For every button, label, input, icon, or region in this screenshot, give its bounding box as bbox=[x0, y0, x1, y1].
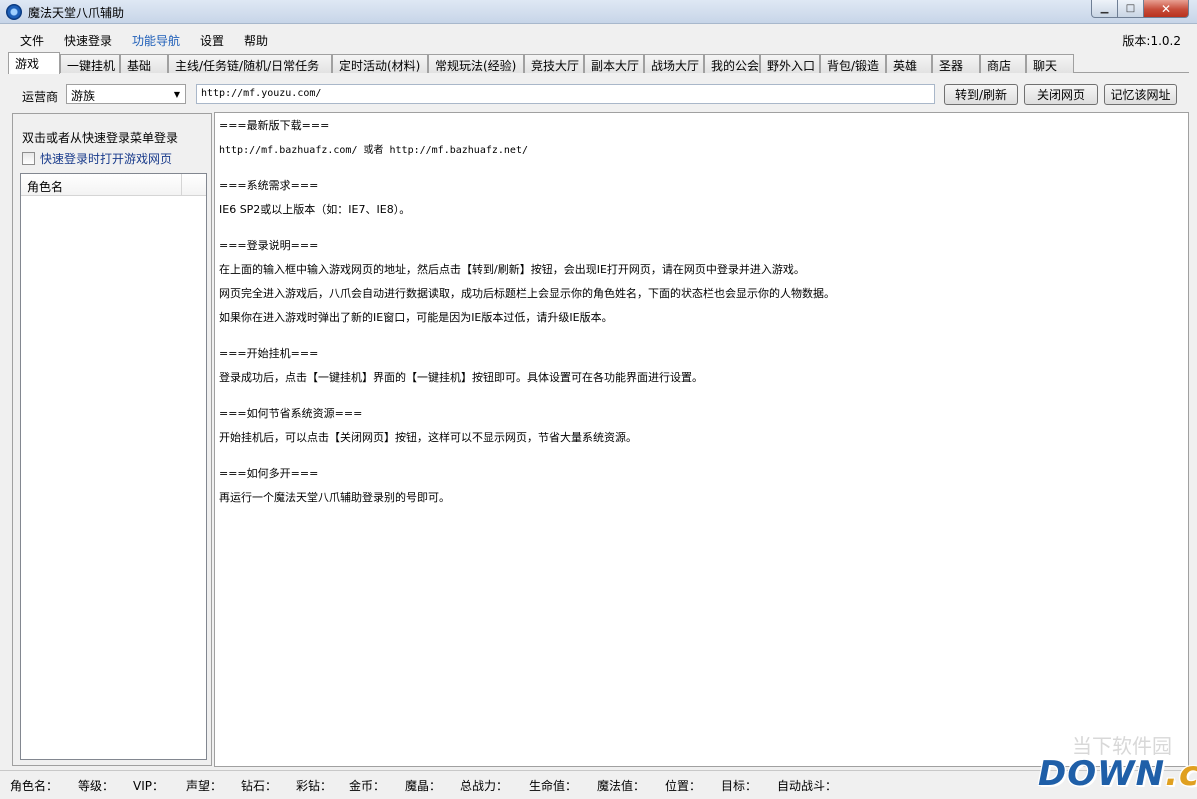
status-diamond: 钻石： bbox=[241, 779, 278, 793]
menu-file[interactable]: 文件 bbox=[20, 32, 44, 49]
operator-select[interactable]: 游族 ▼ bbox=[66, 84, 186, 104]
open-page-checkbox[interactable] bbox=[22, 152, 35, 165]
tab-arena[interactable]: 竞技大厅 bbox=[524, 54, 584, 73]
text-line: 再运行一个魔法天堂八爪辅助登录别的号即可。 bbox=[219, 491, 450, 504]
section-heading: ===如何多开=== bbox=[219, 467, 319, 480]
goto-refresh-button[interactable]: 转到/刷新 bbox=[944, 84, 1018, 105]
open-page-checkbox-label[interactable]: 快速登录时打开游戏网页 bbox=[40, 150, 172, 167]
status-gold: 金币： bbox=[349, 779, 386, 793]
operator-label: 运营商 bbox=[22, 90, 59, 104]
status-vip: VIP： bbox=[133, 779, 164, 793]
text-line: IE6 SP2或以上版本（如：IE7、IE8）。 bbox=[219, 203, 411, 216]
column-divider[interactable] bbox=[181, 174, 182, 196]
operator-value: 游族 bbox=[71, 89, 96, 103]
status-hp: 生命值： bbox=[529, 779, 578, 793]
tab-bag-forge[interactable]: 背包/锻造 bbox=[820, 54, 886, 73]
tab-basic[interactable]: 基础 bbox=[120, 54, 168, 73]
login-panel: 双击或者从快速登录菜单登录 快速登录时打开游戏网页 角色名 bbox=[12, 113, 212, 766]
status-auto-battle: 自动战斗： bbox=[777, 779, 838, 793]
watermark-suffix: .cc bbox=[1165, 754, 1197, 794]
app-icon bbox=[6, 4, 22, 20]
text-line: 开始挂机后，可以点击【关闭网页】按钮，这样可以不显示网页，节省大量系统资源。 bbox=[219, 431, 637, 444]
menu-function-nav[interactable]: 功能导航 bbox=[132, 32, 180, 49]
tab-shop[interactable]: 商店 bbox=[980, 54, 1026, 73]
tab-strip: 游戏 一键挂机 基础 主线/任务链/随机/日常任务 定时活动(材料) 常规玩法(… bbox=[8, 52, 1189, 74]
version-label: 版本:1.0.2 bbox=[1122, 34, 1181, 48]
login-hint: 双击或者从快速登录菜单登录 bbox=[22, 131, 179, 145]
tab-timed-events[interactable]: 定时活动(材料) bbox=[332, 54, 428, 73]
web-content-pane[interactable]: ===最新版下载=== http://mf.bazhuafz.com/ 或者 h… bbox=[214, 112, 1189, 767]
section-heading: ===开始挂机=== bbox=[219, 347, 319, 360]
tab-game[interactable]: 游戏 bbox=[8, 52, 60, 74]
tab-battlefield[interactable]: 战场大厅 bbox=[644, 54, 704, 73]
address-toolbar: 运营商 游族 ▼ http://mf.youzu.com/ 转到/刷新 关闭网页… bbox=[8, 82, 1189, 106]
tab-dungeon[interactable]: 副本大厅 bbox=[584, 54, 644, 73]
tab-field-entrance[interactable]: 野外入口 bbox=[760, 54, 820, 73]
tab-hero[interactable]: 英雄 bbox=[886, 54, 932, 73]
watermark-logo: 当下软件园 DOWN.cc bbox=[1032, 734, 1197, 796]
menu-settings[interactable]: 设置 bbox=[200, 32, 224, 49]
text-line: 如果你在进入游戏时弹出了新的IE窗口，可能是因为IE版本过低，请升级IE版本。 bbox=[219, 311, 613, 324]
tab-quests[interactable]: 主线/任务链/随机/日常任务 bbox=[168, 54, 332, 73]
section-heading: ===登录说明=== bbox=[219, 239, 319, 252]
text-line: 登录成功后，点击【一键挂机】界面的【一键挂机】按钮即可。具体设置可在各功能界面进… bbox=[219, 371, 703, 384]
status-prestige: 声望： bbox=[186, 779, 223, 793]
status-mp: 魔法值： bbox=[597, 779, 646, 793]
role-list[interactable]: 角色名 bbox=[20, 173, 207, 760]
status-role-name: 角色名： bbox=[10, 779, 59, 793]
maximize-button[interactable]: □ bbox=[1117, 0, 1144, 18]
status-bar: 角色名： 等级： VIP： 声望： 钻石： 彩钻： 金币： 魔晶： 总战力： 生… bbox=[0, 770, 1197, 799]
url-input[interactable]: http://mf.youzu.com/ bbox=[196, 84, 935, 104]
menu-help[interactable]: 帮助 bbox=[244, 32, 268, 49]
window-title: 魔法天堂八爪辅助 bbox=[28, 6, 125, 20]
status-total-power: 总战力： bbox=[460, 779, 509, 793]
tab-my-guild[interactable]: 我的公会 bbox=[704, 54, 760, 73]
section-heading: ===系统需求=== bbox=[219, 179, 319, 192]
status-target: 目标： bbox=[721, 779, 758, 793]
section-heading: ===最新版下载=== bbox=[219, 119, 330, 132]
menu-quick-login[interactable]: 快速登录 bbox=[64, 32, 112, 49]
tab-regular-play[interactable]: 常规玩法(经验) bbox=[428, 54, 524, 73]
tab-artifact[interactable]: 圣器 bbox=[932, 54, 980, 73]
column-header-role-name[interactable]: 角色名 bbox=[27, 178, 63, 195]
download-links: http://mf.bazhuafz.com/ 或者 http://mf.baz… bbox=[219, 145, 528, 156]
status-color-diamond: 彩钻： bbox=[296, 779, 333, 793]
minimize-button[interactable]: ▁ bbox=[1091, 0, 1118, 18]
status-magic-crystal: 魔晶： bbox=[405, 779, 442, 793]
tab-one-click-afk[interactable]: 一键挂机 bbox=[60, 54, 120, 73]
remember-url-button[interactable]: 记忆该网址 bbox=[1104, 84, 1177, 105]
title-bar: 魔法天堂八爪辅助 ▁ □ ✕ bbox=[0, 0, 1197, 24]
menu-bar: 文件 快速登录 功能导航 设置 帮助 版本:1.0.2 bbox=[0, 28, 1197, 50]
close-button[interactable]: ✕ bbox=[1143, 0, 1189, 18]
status-position: 位置： bbox=[665, 779, 702, 793]
chevron-down-icon[interactable]: ▼ bbox=[169, 85, 185, 103]
text-line: 网页完全进入游戏后，八爪会自动进行数据读取，成功后标题栏上会显示你的角色姓名，下… bbox=[219, 287, 835, 300]
role-list-header: 角色名 bbox=[21, 174, 206, 196]
watermark-text: DOWN.cc bbox=[1038, 754, 1197, 794]
tab-chat[interactable]: 聊天 bbox=[1026, 54, 1074, 73]
close-page-button[interactable]: 关闭网页 bbox=[1024, 84, 1098, 105]
open-page-option[interactable]: 快速登录时打开游戏网页 bbox=[22, 150, 172, 167]
watermark-main: DOWN bbox=[1038, 754, 1166, 794]
section-heading: ===如何节省系统资源=== bbox=[219, 407, 363, 420]
status-level: 等级： bbox=[78, 779, 115, 793]
text-line: 在上面的输入框中输入游戏网页的地址，然后点击【转到/刷新】按钮，会出现IE打开网… bbox=[219, 263, 805, 276]
